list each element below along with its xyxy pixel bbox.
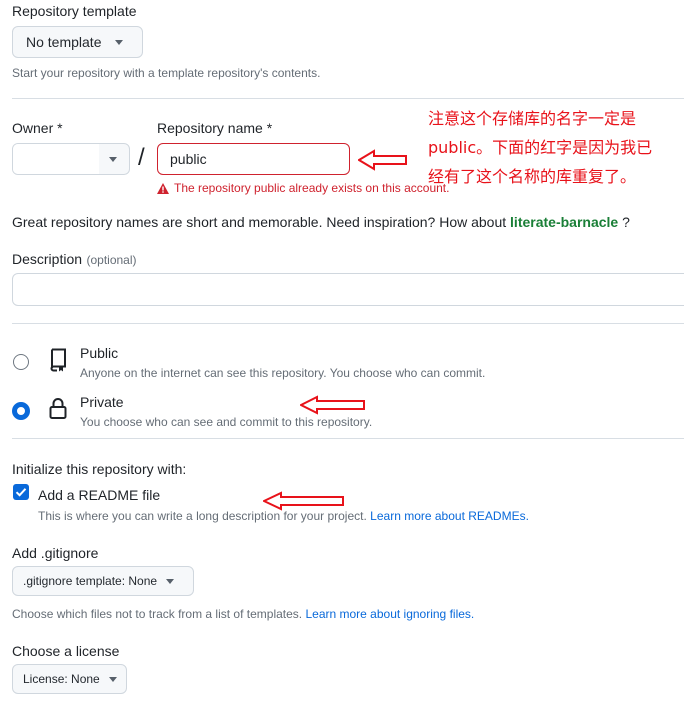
template-select-label: No template (26, 34, 102, 50)
annotation-note: 注意这个存储库的名字一定是 public。下面的红字是因为我已 经有了这个名称的… (428, 104, 652, 191)
gitignore-select-button[interactable]: .gitignore template: None (12, 566, 194, 596)
description-label: Description (optional) (12, 251, 137, 269)
divider (12, 98, 684, 99)
repo-name-error: The repository public already exists on … (157, 181, 449, 195)
repo-name-error-text: The repository public already exists on … (174, 181, 450, 195)
gitignore-select-label: .gitignore template: None (23, 574, 158, 588)
template-heading: Repository template (12, 3, 137, 19)
private-title: Private (80, 394, 124, 410)
annotation-line-1: 注意这个存储库的名字一定是 (428, 109, 637, 128)
repo-book-icon (50, 348, 66, 372)
annotation-arrow-left-icon (300, 395, 365, 415)
readme-learn-more-link[interactable]: Learn more about READMEs. (370, 509, 529, 523)
public-description: Anyone on the internet can see this repo… (80, 366, 486, 380)
gitignore-hint-text: Choose which files not to track from a l… (12, 607, 303, 621)
name-suggestion: Great repository names are short and mem… (12, 214, 630, 230)
annotation-arrow-left-icon (358, 149, 407, 171)
chevron-down-icon (166, 578, 175, 584)
chevron-down-icon (109, 156, 117, 162)
public-radio[interactable] (13, 354, 29, 370)
readme-checkbox[interactable] (13, 484, 29, 500)
owner-select-button[interactable] (12, 143, 130, 175)
alert-icon (157, 182, 169, 194)
license-heading: Choose a license (12, 643, 120, 659)
license-select-label: License: None (23, 672, 100, 686)
gitignore-learn-more-link[interactable]: Learn more about ignoring files. (305, 607, 474, 621)
name-suggestion-suffix: ? (618, 214, 630, 230)
license-select-button[interactable]: License: None (12, 664, 127, 694)
suggested-name-link[interactable]: literate-barnacle (510, 214, 618, 230)
owner-repo-separator: / (138, 144, 145, 171)
chevron-down-icon (115, 39, 124, 45)
owner-label: Owner * (12, 120, 63, 136)
readme-description-text: This is where you can write a long descr… (38, 509, 367, 523)
template-select-button[interactable]: No template (12, 26, 143, 58)
gitignore-hint: Choose which files not to track from a l… (12, 607, 474, 621)
initialize-heading: Initialize this repository with: (12, 461, 187, 477)
annotation-arrow-left-icon (263, 491, 344, 511)
readme-label: Add a README file (38, 487, 161, 503)
private-description: You choose who can see and commit to thi… (80, 415, 373, 429)
annotation-line-3: 经有了这个名称的库重复了。 (428, 167, 637, 186)
description-input[interactable] (12, 273, 684, 306)
gitignore-heading: Add .gitignore (12, 545, 99, 561)
repo-name-value: public (170, 151, 207, 167)
lock-icon (49, 398, 67, 419)
check-icon (15, 488, 27, 497)
annotation-line-2: public。下面的红字是因为我已 (428, 138, 653, 157)
template-hint: Start your repository with a template re… (12, 66, 321, 80)
description-optional: (optional) (86, 253, 137, 267)
private-radio[interactable] (12, 402, 30, 420)
description-label-text: Description (12, 251, 83, 267)
owner-avatar-redacted (13, 144, 99, 174)
divider (12, 323, 684, 324)
chevron-down-icon (108, 676, 117, 682)
readme-description: This is where you can write a long descr… (38, 509, 529, 523)
divider (12, 438, 684, 439)
repo-name-label: Repository name * (157, 120, 273, 136)
name-suggestion-text: Great repository names are short and mem… (12, 214, 507, 230)
repo-name-input[interactable]: public (157, 143, 350, 175)
public-title: Public (80, 345, 119, 361)
